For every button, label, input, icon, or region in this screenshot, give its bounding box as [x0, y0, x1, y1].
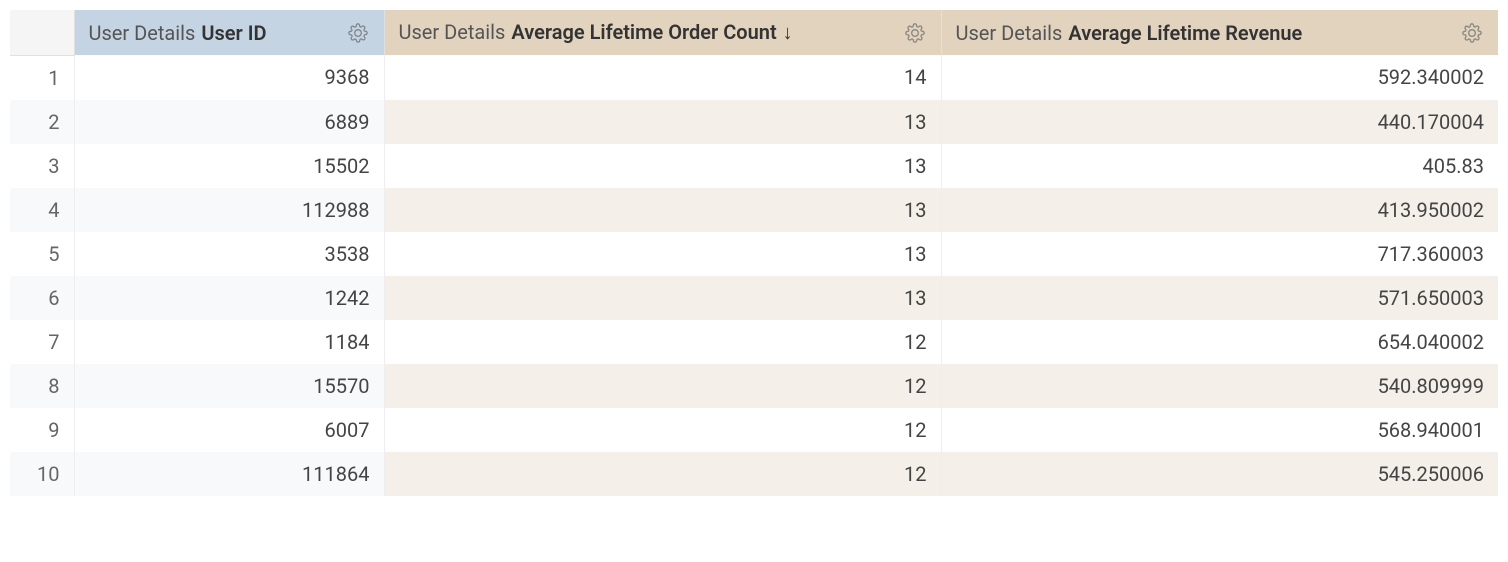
cell-user-id[interactable]: 6007: [74, 408, 384, 452]
gear-icon[interactable]: [346, 21, 370, 45]
results-table: User Details User ID User Details Averag…: [10, 10, 1498, 496]
cell-avg-revenue[interactable]: 540.809999: [941, 364, 1498, 408]
table-row: 8 15570 12 540.809999: [10, 364, 1498, 408]
cell-avg-order-count[interactable]: 13: [384, 188, 941, 232]
cell-avg-revenue[interactable]: 440.170004: [941, 100, 1498, 144]
cell-avg-revenue[interactable]: 654.040002: [941, 320, 1498, 364]
cell-avg-revenue[interactable]: 592.340002: [941, 55, 1498, 100]
cell-user-id[interactable]: 9368: [74, 55, 384, 100]
gear-icon[interactable]: [1460, 21, 1484, 45]
cell-avg-revenue[interactable]: 545.250006: [941, 452, 1498, 496]
row-number: 8: [10, 364, 74, 408]
column-header-user-id[interactable]: User Details User ID: [74, 10, 384, 55]
column-header-avg-order-count[interactable]: User Details Average Lifetime Order Coun…: [384, 10, 941, 55]
cell-avg-order-count[interactable]: 12: [384, 408, 941, 452]
cell-avg-order-count[interactable]: 12: [384, 364, 941, 408]
table-row: 7 1184 12 654.040002: [10, 320, 1498, 364]
table-row: 3 15502 13 405.83: [10, 144, 1498, 188]
column-field: Average Lifetime Revenue: [1068, 21, 1302, 45]
table-row: 9 6007 12 568.940001: [10, 408, 1498, 452]
cell-user-id[interactable]: 15570: [74, 364, 384, 408]
cell-avg-revenue[interactable]: 717.360003: [941, 232, 1498, 276]
row-number: 9: [10, 408, 74, 452]
cell-avg-revenue[interactable]: 568.940001: [941, 408, 1498, 452]
column-field: Average Lifetime Order Count: [511, 20, 776, 44]
table-row: 4 112988 13 413.950002: [10, 188, 1498, 232]
cell-avg-order-count[interactable]: 13: [384, 100, 941, 144]
table-row: 6 1242 13 571.650003: [10, 276, 1498, 320]
row-number: 3: [10, 144, 74, 188]
cell-avg-revenue[interactable]: 405.83: [941, 144, 1498, 188]
cell-user-id[interactable]: 111864: [74, 452, 384, 496]
gear-icon[interactable]: [903, 21, 927, 45]
row-number: 5: [10, 232, 74, 276]
table-row: 1 9368 14 592.340002: [10, 55, 1498, 100]
column-field: User ID: [201, 21, 266, 45]
cell-user-id[interactable]: 1242: [74, 276, 384, 320]
cell-avg-order-count[interactable]: 12: [384, 320, 941, 364]
table-body: 1 9368 14 592.340002 2 6889 13 440.17000…: [10, 55, 1498, 496]
row-number: 6: [10, 276, 74, 320]
cell-user-id[interactable]: 6889: [74, 100, 384, 144]
sort-descending-icon: ↓: [783, 20, 793, 45]
cell-user-id[interactable]: 3538: [74, 232, 384, 276]
row-number-header: [10, 10, 74, 55]
table-row: 5 3538 13 717.360003: [10, 232, 1498, 276]
table-row: 2 6889 13 440.170004: [10, 100, 1498, 144]
cell-avg-revenue[interactable]: 413.950002: [941, 188, 1498, 232]
column-prefix: User Details: [956, 21, 1063, 45]
cell-user-id[interactable]: 15502: [74, 144, 384, 188]
column-prefix: User Details: [399, 20, 506, 44]
row-number: 1: [10, 55, 74, 100]
row-number: 2: [10, 100, 74, 144]
column-header-avg-revenue[interactable]: User Details Average Lifetime Revenue: [941, 10, 1498, 55]
cell-avg-order-count[interactable]: 12: [384, 452, 941, 496]
column-prefix: User Details: [89, 21, 196, 45]
cell-avg-order-count[interactable]: 13: [384, 232, 941, 276]
cell-avg-order-count[interactable]: 13: [384, 276, 941, 320]
cell-avg-order-count[interactable]: 13: [384, 144, 941, 188]
cell-user-id[interactable]: 112988: [74, 188, 384, 232]
cell-user-id[interactable]: 1184: [74, 320, 384, 364]
row-number: 4: [10, 188, 74, 232]
row-number: 10: [10, 452, 74, 496]
row-number: 7: [10, 320, 74, 364]
table-row: 10 111864 12 545.250006: [10, 452, 1498, 496]
cell-avg-revenue[interactable]: 571.650003: [941, 276, 1498, 320]
cell-avg-order-count[interactable]: 14: [384, 55, 941, 100]
